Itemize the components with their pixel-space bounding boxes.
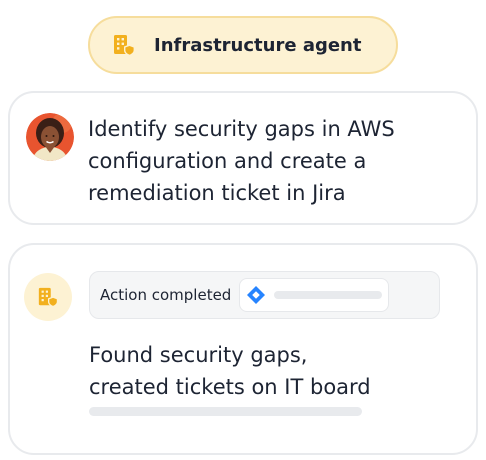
ticket-title-placeholder (274, 291, 383, 299)
agent-name: Infrastructure agent (154, 34, 362, 56)
action-status[interactable]: Action completed (89, 271, 440, 319)
agent-pill[interactable]: Infrastructure agent (88, 16, 398, 74)
jira-icon (246, 285, 266, 305)
jira-ticket-chip[interactable] (239, 278, 390, 312)
building-shield-icon (112, 33, 136, 57)
action-status-label: Action completed (100, 286, 232, 304)
agent-avatar (24, 273, 72, 321)
building-shield-icon (37, 286, 59, 308)
user-avatar (26, 113, 74, 161)
prompt-card: Identify security gaps in AWS configurat… (8, 91, 478, 225)
response-card: Action completed Found security gaps, cr… (8, 243, 478, 455)
response-text: Found security gaps, created tickets on … (89, 343, 371, 399)
text-placeholder-bar (89, 407, 362, 416)
prompt-text: Identify security gaps in AWS configurat… (88, 117, 395, 205)
